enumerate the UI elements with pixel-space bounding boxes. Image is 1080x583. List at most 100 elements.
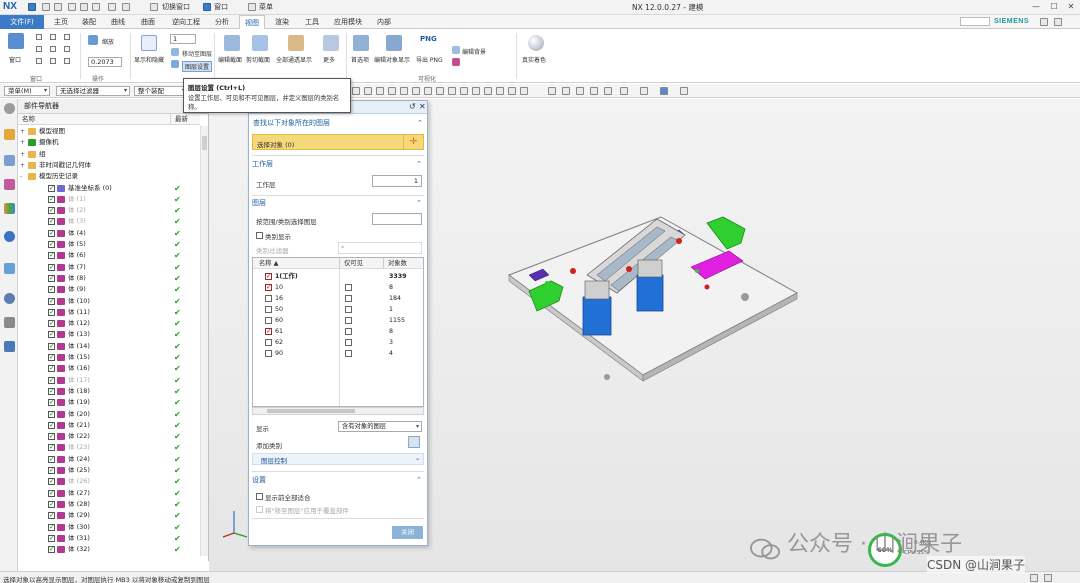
tree-node[interactable]: 体 (4) ✔ (18, 228, 200, 239)
preferences-button[interactable]: 首选项 (350, 33, 372, 67)
visibility-checkbox[interactable] (48, 194, 55, 205)
tree-node[interactable]: 体 (12) ✔ (18, 318, 200, 329)
assembly-navigator-icon[interactable] (4, 129, 15, 140)
layer-visible-checkbox[interactable] (265, 306, 272, 313)
layer-visible-checkbox[interactable] (265, 317, 272, 324)
collapse-icon[interactable]: ⌃ (417, 118, 423, 129)
visibility-checkbox[interactable] (48, 488, 55, 499)
tree-node[interactable]: 体 (29) ✔ (18, 510, 200, 521)
menu-label[interactable]: 菜单 (259, 2, 273, 12)
reuse-library-icon[interactable] (4, 203, 15, 214)
snap-icon[interactable] (364, 87, 372, 95)
visibility-checkbox[interactable] (48, 273, 55, 284)
layer-row[interactable]: 62 3 (253, 337, 423, 348)
view-options-icon[interactable] (680, 87, 688, 95)
select-object-row[interactable]: 选择对象 (0) ✛ (252, 134, 424, 150)
tree-node[interactable]: 体 (28) ✔ (18, 499, 200, 510)
visibility-checkbox[interactable] (48, 205, 55, 216)
tile-icon[interactable] (64, 58, 70, 64)
tree-node[interactable]: 体 (16) ✔ (18, 363, 200, 374)
visibility-checkbox[interactable] (48, 318, 55, 329)
switch-window-label[interactable]: 切换窗口 (162, 2, 190, 12)
visible-only-checkbox[interactable] (345, 317, 352, 324)
layer-row[interactable]: 1(工作) 3339 (253, 271, 423, 282)
view-icon[interactable] (604, 87, 612, 95)
layer-row[interactable]: 90 4 (253, 348, 423, 359)
all-visible-button[interactable]: 全部通透显示 (276, 33, 316, 67)
expand-toggle-icon[interactable]: + (20, 137, 25, 148)
visibility-checkbox[interactable] (48, 375, 55, 386)
roles-icon[interactable] (4, 341, 15, 352)
window-menu[interactable]: 窗口 (214, 2, 228, 12)
tile-icon[interactable] (36, 46, 42, 52)
more-button[interactable]: 更多 (320, 33, 342, 67)
layer-row[interactable]: 16 184 (253, 293, 423, 304)
tree-node[interactable]: 体 (7) ✔ (18, 262, 200, 273)
tree-node[interactable]: 体 (13) ✔ (18, 329, 200, 340)
tree-node[interactable]: 体 (17) ✔ (18, 375, 200, 386)
export-png-button[interactable]: PNG 导出 PNG (416, 33, 444, 67)
visibility-checkbox[interactable] (48, 533, 55, 544)
snap-icon[interactable] (352, 87, 360, 95)
tile-icon[interactable] (64, 34, 70, 40)
visibility-checkbox[interactable] (48, 216, 55, 227)
expand-toggle-icon[interactable]: + (20, 160, 25, 171)
orient-view-icon[interactable] (640, 87, 648, 95)
command-search-input[interactable] (960, 17, 990, 26)
visibility-checkbox[interactable] (48, 352, 55, 363)
visible-only-checkbox[interactable] (345, 284, 352, 291)
tree-node[interactable]: 体 (23) ✔ (18, 442, 200, 453)
tree-node[interactable]: - 模型历史记录 (18, 171, 200, 182)
crosshair-icon[interactable]: ✛ (403, 135, 423, 149)
scrollbar-thumb[interactable] (202, 136, 207, 150)
tile-icon[interactable] (50, 46, 56, 52)
tree-node[interactable]: + 模型视图 (18, 126, 200, 137)
visibility-checkbox[interactable] (48, 239, 55, 250)
move-layer-icon[interactable] (171, 48, 179, 56)
visibility-checkbox[interactable] (48, 522, 55, 533)
tree-node[interactable]: 体 (10) ✔ (18, 296, 200, 307)
help-icon[interactable] (1040, 18, 1048, 26)
tree-node[interactable]: 体 (1) ✔ (18, 194, 200, 205)
tab-reverse-eng[interactable]: 逆向工程 (166, 15, 206, 29)
tab-assembly[interactable]: 装配 (78, 15, 100, 29)
visibility-checkbox[interactable] (48, 329, 55, 340)
tile-icon[interactable] (50, 58, 56, 64)
snap-icon[interactable] (496, 87, 504, 95)
column-header-object-count[interactable]: 对象数 (383, 258, 423, 269)
layer-visible-checkbox[interactable] (265, 326, 272, 337)
view-icon[interactable] (590, 87, 598, 95)
clip-section-button[interactable]: 剪切截面 (246, 33, 274, 67)
tab-render[interactable]: 渲染 (270, 15, 294, 29)
zoom-icon[interactable] (88, 35, 98, 45)
tree-node[interactable]: 体 (2) ✔ (18, 205, 200, 216)
view-icon[interactable] (548, 87, 556, 95)
edit-background-label[interactable]: 编辑背景 (462, 47, 486, 56)
system-materials-icon[interactable] (4, 317, 15, 328)
visibility-checkbox[interactable] (48, 510, 55, 521)
layer-visible-checkbox[interactable] (265, 350, 272, 357)
expand-toggle-icon[interactable]: + (20, 126, 25, 137)
visibility-checkbox[interactable] (48, 442, 55, 453)
layer-row[interactable]: 60 1155 (253, 315, 423, 326)
copy-icon[interactable] (80, 3, 88, 11)
visibility-checkbox[interactable] (48, 363, 55, 374)
view-icon[interactable] (562, 87, 570, 95)
column-header-name[interactable]: 名称 (18, 114, 170, 125)
navigator-scrollbar[interactable] (200, 126, 208, 556)
visibility-checkbox[interactable] (48, 420, 55, 431)
minimize-icon[interactable]: — (1028, 1, 1044, 13)
zoom-label[interactable]: 缩放 (102, 37, 114, 46)
tab-analysis[interactable]: 分析 (210, 15, 234, 29)
touch-mode-icon[interactable] (122, 3, 130, 11)
tree-node[interactable]: 体 (24) ✔ (18, 454, 200, 465)
display-mode-icon[interactable] (660, 87, 668, 95)
redo-icon[interactable] (54, 3, 62, 11)
layer-list-hscroll[interactable] (252, 407, 424, 415)
tree-node[interactable]: 基准坐标系 (0) ✔ (18, 183, 200, 194)
tree-node[interactable]: 体 (15) ✔ (18, 352, 200, 363)
tree-node[interactable]: 体 (22) ✔ (18, 431, 200, 442)
tile-icon[interactable] (64, 46, 70, 52)
tree-node[interactable]: 体 (30) ✔ (18, 522, 200, 533)
tree-node[interactable]: 体 (14) ✔ (18, 341, 200, 352)
